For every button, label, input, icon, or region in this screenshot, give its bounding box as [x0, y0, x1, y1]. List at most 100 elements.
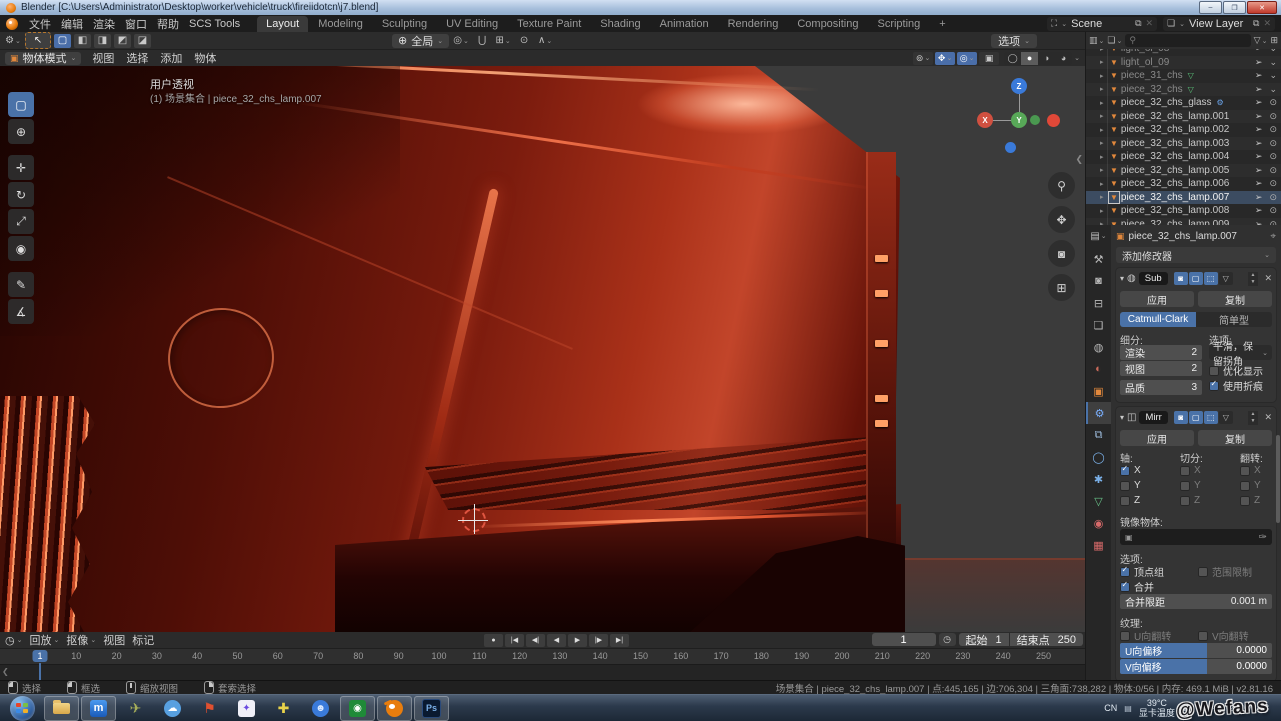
properties-scrollbar[interactable]: [1276, 435, 1280, 523]
view-layer-tab[interactable]: ❏: [1086, 314, 1111, 336]
disclosure-triangle-icon[interactable]: ▸: [1100, 85, 1107, 93]
timeline-menu-视图[interactable]: 视图: [103, 632, 125, 648]
workspace-tab-scripting[interactable]: Scripting: [868, 16, 929, 32]
disclosure-triangle-icon[interactable]: ▸: [1100, 58, 1107, 66]
simple-button[interactable]: 简单型: [1196, 312, 1272, 327]
menu-编辑[interactable]: 编辑: [56, 16, 88, 32]
frame-start-field[interactable]: 起始1: [959, 633, 1009, 646]
blender-app[interactable]: [377, 696, 412, 721]
airplane-app[interactable]: ✈: [118, 696, 153, 721]
outliner-row[interactable]: ▸ ▼ piece_32_chs_lamp.006 ➢⊙: [1086, 177, 1281, 191]
cage-toggle[interactable]: ▽: [1219, 272, 1233, 285]
disclosure-triangle-icon[interactable]: ▸: [1100, 99, 1107, 107]
particles-tab[interactable]: ✱: [1086, 468, 1111, 490]
red-flag-app[interactable]: ⚑: [192, 696, 227, 721]
workspace-tab-uv-editing[interactable]: UV Editing: [437, 16, 507, 32]
workspace-tab-texture-paint[interactable]: Texture Paint: [508, 16, 590, 32]
outliner-row[interactable]: ▸ ▼ piece_32_chs_lamp.008 ➢⊙: [1086, 204, 1281, 218]
select-mode-invert[interactable]: ◩: [114, 34, 131, 48]
object-name[interactable]: piece_32_chs_lamp.009: [1121, 219, 1229, 225]
menu-渲染[interactable]: 渲染: [88, 16, 120, 32]
object-name[interactable]: light_ol_08: [1121, 49, 1169, 54]
editmode-visibility-toggle[interactable]: ⬚: [1204, 411, 1218, 424]
cage-toggle[interactable]: ▽: [1219, 411, 1233, 424]
flip-y-checkbox[interactable]: Y: [1240, 478, 1272, 493]
prev-keyframe-button[interactable]: ◀|: [526, 634, 545, 647]
selectable-icon[interactable]: ➢: [1255, 165, 1263, 176]
pivot-point-dropdown[interactable]: ◎⌄: [452, 34, 470, 48]
editor-type-dropdown[interactable]: ▤⌄: [1090, 227, 1106, 245]
maxthon-browser-app[interactable]: m: [81, 696, 116, 721]
outliner-row[interactable]: ▸ ▼ piece_32_chs_lamp.004 ➢⊙: [1086, 150, 1281, 164]
render-visibility-toggle[interactable]: ◙: [1174, 411, 1188, 424]
material-shading-button[interactable]: ◑: [1038, 52, 1055, 65]
eyedropper-icon[interactable]: ✑: [1259, 532, 1267, 543]
quality-field[interactable]: 品质3: [1120, 380, 1202, 395]
hide-icon[interactable]: ⌄: [1269, 84, 1277, 95]
selectable-icon[interactable]: ➢: [1255, 97, 1263, 108]
add-workspace-button[interactable]: +: [930, 16, 954, 32]
ruler-app[interactable]: ✚: [266, 696, 301, 721]
workspace-tab-modeling[interactable]: Modeling: [309, 16, 372, 32]
panel-expand-icon[interactable]: ▾: [1120, 274, 1124, 283]
start-button[interactable]: [10, 696, 35, 721]
photoshop-app[interactable]: Ps: [414, 696, 449, 721]
solid-shading-button[interactable]: ●: [1021, 52, 1038, 65]
visibility-eye-icon[interactable]: ⊙: [1269, 205, 1277, 216]
object-tab[interactable]: ▣: [1086, 380, 1111, 402]
eye-app[interactable]: ◉: [340, 696, 375, 721]
menu-帮助[interactable]: 帮助: [152, 16, 184, 32]
physics-tab[interactable]: ◯: [1086, 446, 1111, 468]
title-bar[interactable]: Blender [C:\Users\Administrator\Desktop\…: [0, 0, 1281, 15]
transform-orientation-dropdown[interactable]: ⊕全局⌄: [392, 34, 449, 48]
disclosure-triangle-icon[interactable]: ▸: [1100, 193, 1107, 201]
panel-expand-icon[interactable]: ▾: [1120, 413, 1124, 422]
flip-u-checkbox[interactable]: U向翻转: [1120, 628, 1194, 643]
new-collection-button[interactable]: ⊞: [1270, 35, 1278, 46]
timeline-menu-抠像[interactable]: 抠像⌄: [66, 632, 96, 648]
view-layer-name[interactable]: View Layer: [1189, 18, 1249, 30]
camera-view-button[interactable]: ◙: [1048, 240, 1075, 267]
hide-icon[interactable]: ⌄: [1269, 49, 1277, 54]
proportional-falloff-dropdown[interactable]: ∧⌄: [536, 34, 554, 48]
shading-dropdown[interactable]: ⌄: [1074, 54, 1080, 62]
select-mode-new[interactable]: ▢: [54, 34, 71, 48]
selectable-icon[interactable]: ➢: [1255, 219, 1263, 225]
select-mode-intersect[interactable]: ◪: [134, 34, 151, 48]
disclosure-triangle-icon[interactable]: ▸: [1100, 139, 1107, 147]
navigation-gizmo[interactable]: Z X Y: [977, 78, 1063, 164]
selectable-icon[interactable]: ➢: [1255, 84, 1263, 95]
viewport-menu-物体[interactable]: 物体: [192, 50, 218, 66]
object-name[interactable]: piece_32_chs_lamp.005: [1121, 165, 1229, 176]
selectable-icon[interactable]: ➢: [1255, 49, 1263, 54]
workspace-tab-animation[interactable]: Animation: [651, 16, 718, 32]
outliner-row[interactable]: ▸ ▼ piece_32_chs_lamp.001 ➢⊙: [1086, 110, 1281, 124]
zoom-button[interactable]: ⚲: [1048, 172, 1075, 199]
outliner-display-mode-dropdown[interactable]: ▥⌄: [1089, 35, 1104, 46]
disclosure-triangle-icon[interactable]: ▸: [1100, 166, 1107, 174]
uv-smooth-dropdown[interactable]: 平滑，保留拐角⌄: [1209, 345, 1272, 360]
outliner-row[interactable]: ▸ ▼ piece_31_chs▽ ➢⌄: [1086, 69, 1281, 83]
active-tool-dropdown[interactable]: ⚙⌄: [4, 34, 22, 48]
disclosure-triangle-icon[interactable]: ▸: [1100, 126, 1107, 134]
proportional-editing-toggle[interactable]: ⊙: [515, 34, 533, 48]
timeline-editor-dropdown[interactable]: ◷⌄: [5, 634, 22, 647]
annotate-tool[interactable]: ✎: [8, 272, 34, 297]
workspace-tab-compositing[interactable]: Compositing: [788, 16, 867, 32]
workspace-tab-shading[interactable]: Shading: [591, 16, 649, 32]
gizmo-z-axis[interactable]: Z: [1011, 78, 1027, 94]
catmull-clark-button[interactable]: Catmull-Clark: [1120, 312, 1196, 327]
texture-tab[interactable]: ▦: [1086, 534, 1111, 556]
xray-toggle[interactable]: ▣: [979, 52, 999, 65]
selectable-icon[interactable]: ➢: [1255, 205, 1263, 216]
object-name[interactable]: piece_32_chs: [1121, 84, 1183, 95]
snap-dropdown[interactable]: ⊞⌄: [494, 34, 512, 48]
move-modifier-arrows[interactable]: ▲▼: [1248, 411, 1259, 425]
scene-name[interactable]: Scene: [1071, 18, 1131, 30]
viewport-canvas[interactable]: 用户透视 (1) 场景集合 | piece_32_chs_lamp.007 ▢⊕…: [0, 66, 1085, 632]
wireframe-shading-button[interactable]: ◯: [1004, 52, 1021, 65]
object-name[interactable]: piece_32_chs_lamp.003: [1121, 138, 1229, 149]
transform-tool[interactable]: ◉: [8, 236, 34, 261]
remove-layer-icon[interactable]: ✕: [1263, 18, 1271, 29]
move-tool[interactable]: ✛: [8, 155, 34, 180]
